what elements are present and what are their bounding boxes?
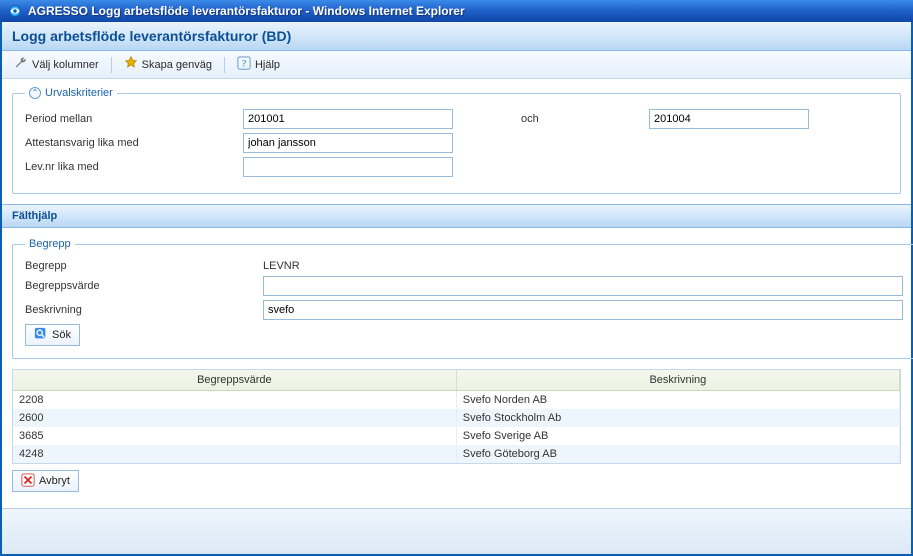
beskrivning-input[interactable] — [263, 300, 903, 320]
table-row[interactable]: 2600Svefo Stockholm Ab — [13, 409, 900, 427]
cell-begreppsvarde: 2600 — [13, 409, 456, 427]
window-titlebar: AGRESSO Logg arbetsflöde leverantörsfakt… — [0, 0, 913, 22]
wrench-icon — [14, 56, 28, 73]
valj-kolumner-label: Välj kolumner — [32, 59, 99, 71]
begreppsvarde-input[interactable] — [263, 276, 903, 296]
col-begreppsvarde[interactable]: Begreppsvärde — [13, 370, 456, 391]
toolbar-separator — [111, 57, 112, 73]
urvalskriterier-group: ⌃ Urvalskriterier Period mellan och Atte… — [12, 87, 901, 194]
begrepp-legend-text: Begrepp — [29, 238, 71, 250]
avbryt-label: Avbryt — [39, 475, 70, 487]
valj-kolumner-button[interactable]: Välj kolumner — [8, 54, 105, 75]
hjalp-button[interactable]: ? Hjälp — [231, 54, 286, 75]
hjalp-label: Hjälp — [255, 59, 280, 71]
svg-text:?: ? — [242, 59, 246, 70]
help-icon: ? — [237, 56, 251, 73]
table-row[interactable]: 2208Svefo Norden AB — [13, 391, 900, 410]
star-icon — [124, 56, 138, 73]
levnr-input[interactable] — [243, 157, 453, 177]
period-and-label: och — [461, 113, 641, 125]
table-row[interactable]: 3685Svefo Sverige AB — [13, 427, 900, 445]
begrepp-label: Begrepp — [25, 260, 255, 272]
cell-beskrivning: Svefo Göteborg AB — [456, 445, 899, 463]
chevron-up-icon: ⌃ — [29, 87, 41, 99]
attest-input[interactable] — [243, 133, 453, 153]
skapa-genvag-label: Skapa genväg — [142, 59, 212, 71]
begrepp-value: LEVNR — [263, 260, 300, 272]
beskrivning-label: Beskrivning — [25, 304, 255, 316]
begreppsvarde-label: Begreppsvärde — [25, 280, 255, 292]
skapa-genvag-button[interactable]: Skapa genväg — [118, 54, 218, 75]
cell-begreppsvarde: 2208 — [13, 391, 456, 410]
avbryt-button[interactable]: Avbryt — [12, 470, 79, 492]
toolbar: Välj kolumner Skapa genväg ? Hjälp — [2, 51, 911, 79]
period-label: Period mellan — [25, 113, 235, 125]
cell-begreppsvarde: 3685 — [13, 427, 456, 445]
results-table: Begreppsvärde Beskrivning 2208Svefo Nord… — [13, 370, 900, 463]
table-row[interactable]: 4248Svefo Göteborg AB — [13, 445, 900, 463]
begrepp-legend: Begrepp — [25, 238, 75, 250]
attest-label: Attestansvarig lika med — [25, 137, 235, 149]
cell-beskrivning: Svefo Sverige AB — [456, 427, 899, 445]
toolbar-separator — [224, 57, 225, 73]
cell-beskrivning: Svefo Stockholm Ab — [456, 409, 899, 427]
window-title: AGRESSO Logg arbetsflöde leverantörsfakt… — [28, 4, 465, 18]
col-beskrivning[interactable]: Beskrivning — [456, 370, 899, 391]
footer-area — [2, 508, 911, 554]
page-title: Logg arbetsflöde leverantörsfakturor (BD… — [2, 22, 911, 51]
urvalskriterier-legend-text: Urvalskriterier — [45, 87, 113, 99]
cell-beskrivning: Svefo Norden AB — [456, 391, 899, 410]
cell-begreppsvarde: 4248 — [13, 445, 456, 463]
begrepp-group: Begrepp Begrepp LEVNR Begreppsvärde Besk… — [12, 238, 913, 359]
sok-label: Sök — [52, 329, 71, 341]
ie-icon — [8, 4, 22, 18]
search-icon — [34, 327, 48, 344]
levnr-label: Lev.nr lika med — [25, 161, 235, 173]
results-table-wrap: Begreppsvärde Beskrivning 2208Svefo Nord… — [12, 369, 901, 464]
close-icon — [21, 473, 35, 490]
urvalskriterier-legend[interactable]: ⌃ Urvalskriterier — [25, 87, 117, 99]
period-to-input[interactable] — [649, 109, 809, 129]
sok-button[interactable]: Sök — [25, 324, 80, 346]
period-from-input[interactable] — [243, 109, 453, 129]
falthjalp-header: Fälthjälp — [2, 204, 911, 228]
